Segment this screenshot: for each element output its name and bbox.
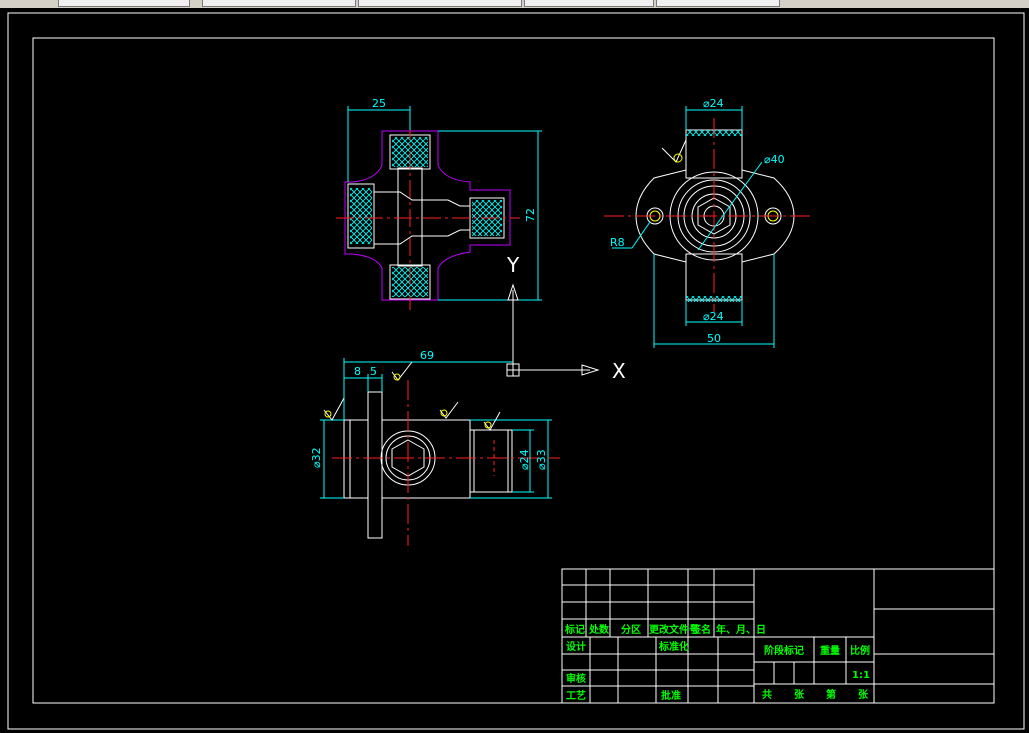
tb-mark: 标记 — [564, 623, 585, 636]
tb-date: 年、月、日 — [716, 623, 766, 636]
dim-bottom-dia: ⌀24 — [703, 310, 724, 323]
dim-top-width: 25 — [372, 97, 386, 110]
tb-count: 处数 — [588, 623, 610, 636]
tb-scale: 比例 — [850, 644, 870, 657]
tb-zone: 分区 — [621, 623, 641, 636]
dim-boss-dia: ⌀40 — [764, 153, 785, 166]
main-body — [382, 419, 471, 499]
dim-step-2: 5 — [370, 365, 377, 378]
outer-frame — [7, 12, 1025, 730]
cad-drawing-canvas[interactable]: 25 72 Y X ⌀24 ⌀40 R8 ⌀24 50 69 8 5 ⌀32 ⌀… — [0, 0, 1029, 733]
tb-review: 审核 — [566, 672, 586, 685]
tb-total: 共 — [762, 688, 772, 701]
title-block: 标记 处数 分区 更改文件号 签名 年、月、日 设计 标准化 审核 工艺 批准 … — [561, 568, 995, 704]
top-section-view: 25 72 — [336, 97, 542, 310]
left-stub — [343, 419, 369, 499]
dim-radius: R8 — [610, 236, 625, 249]
tb-standardize: 标准化 — [658, 640, 689, 653]
dim-step-1: 8 — [354, 365, 361, 378]
dim-front-length: 69 — [420, 349, 434, 362]
tb-page: 第 — [826, 688, 836, 701]
dim-top-dia: ⌀24 — [703, 97, 724, 110]
side-view: ⌀24 ⌀40 R8 ⌀24 50 — [604, 97, 810, 348]
top-knurl-left — [350, 188, 372, 244]
roughness-mark — [324, 410, 332, 418]
dim-right-dia-2: ⌀33 — [535, 449, 548, 470]
leader-line — [631, 221, 651, 249]
tb-stage-mark: 阶段标记 — [764, 644, 804, 657]
roughness-mark — [391, 361, 413, 381]
x-axis-label: X — [612, 359, 626, 383]
tb-scale-value: 1:1 — [852, 670, 870, 681]
tb-sheet: 张 — [858, 688, 869, 701]
ucs-icon: Y X — [506, 253, 626, 383]
front-view: 69 8 5 ⌀32 ⌀24 ⌀33 — [310, 349, 560, 546]
dim-left-dia: ⌀32 — [310, 447, 323, 468]
tb-approve: 批准 — [661, 689, 681, 702]
tb-design: 设计 — [566, 640, 586, 653]
right-stub — [469, 429, 513, 493]
dim-top-height: 72 — [524, 208, 537, 222]
flange-plate — [367, 391, 383, 539]
dim-width: 50 — [707, 332, 721, 345]
y-axis-label: Y — [506, 253, 520, 277]
tb-signature: 签名 — [690, 623, 711, 636]
tb-sheets: 张 — [794, 688, 805, 701]
tb-weight: 重量 — [820, 644, 840, 657]
tb-process: 工艺 — [566, 689, 586, 702]
dim-right-dia-1: ⌀24 — [518, 449, 531, 470]
